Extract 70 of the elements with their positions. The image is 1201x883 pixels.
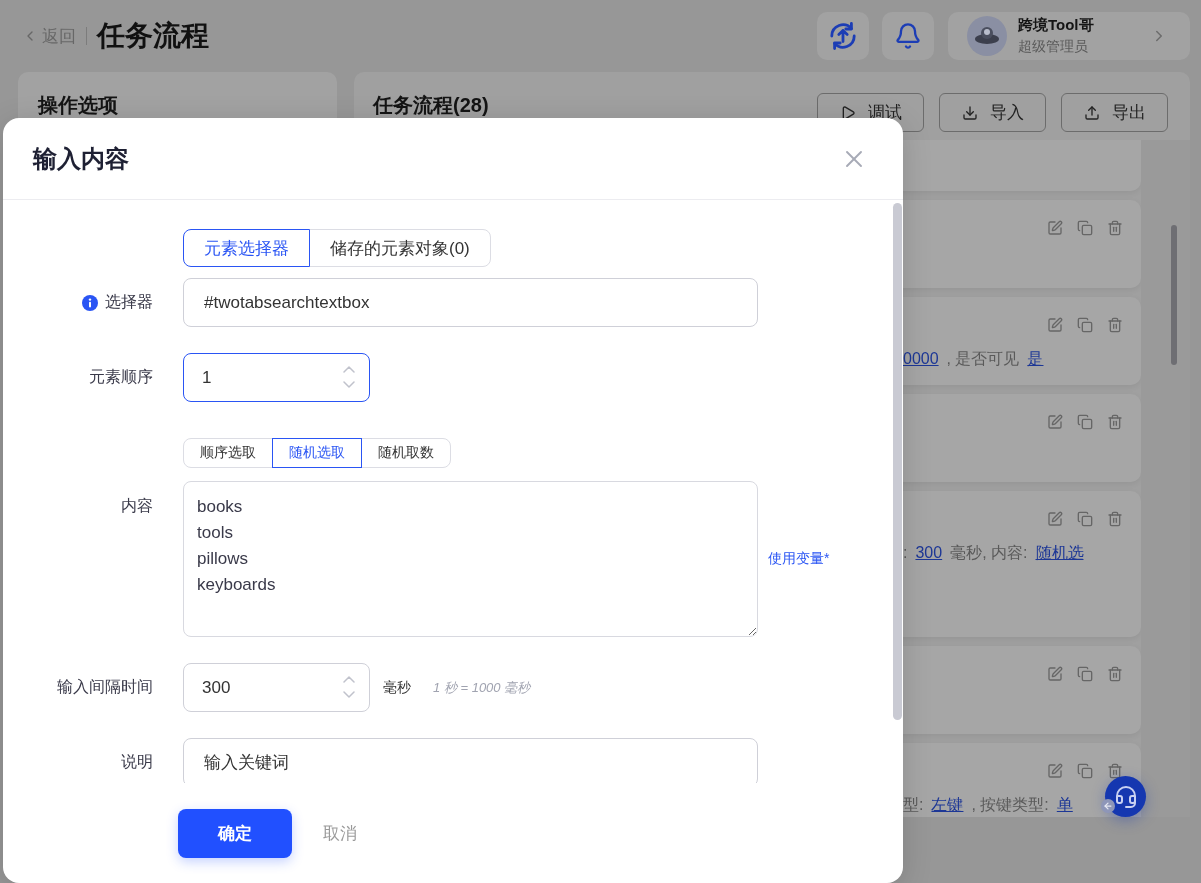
detail-link[interactable]: 单 [1056,794,1073,816]
trash-icon[interactable] [1107,317,1123,333]
detail-text: 型: [903,795,924,815]
source-tab[interactable]: 储存的元素对象(0) [309,229,491,267]
headset-icon [1113,784,1138,809]
user-name: 跨境Tool哥 [1018,16,1094,35]
detail-link[interactable]: 左键 [931,794,964,816]
trash-icon[interactable] [1107,220,1123,236]
interval-input[interactable]: 300 [183,663,370,712]
edit-icon[interactable] [1047,317,1063,333]
unit-text: 毫秒 [383,678,411,697]
upload-icon [1083,104,1100,121]
edit-icon[interactable] [1047,220,1063,236]
copy-icon[interactable] [1077,511,1093,527]
order-input[interactable]: 1 [183,353,370,402]
scrollbar-thumb[interactable] [1171,225,1177,365]
panel-title: 操作选项 [38,94,119,116]
copy-icon[interactable] [1077,317,1093,333]
field-label: 元素顺序 [89,367,153,387]
page-title: 任务流程 [97,19,209,53]
edit-icon[interactable] [1047,763,1063,779]
use-variable-link[interactable]: 使用变量* [768,550,830,568]
dialog-title: 输入内容 [33,143,129,174]
hint-text: 1 秒 = 1000 毫秒 [433,678,531,697]
edit-icon[interactable] [1047,414,1063,430]
toolbar-button[interactable]: 导入 [939,93,1046,132]
confirm-button[interactable]: 确定 [178,808,292,858]
detail-text: 毫秒, 内容: [950,543,1028,563]
trash-icon[interactable] [1107,763,1123,779]
detail-link[interactable]: 0000 [903,348,939,370]
mode-tab[interactable]: 随机选取 [272,438,362,468]
download-icon [961,104,978,121]
field-label: 输入间隔时间 [57,677,153,697]
user-role: 超级管理员 [1018,38,1089,56]
note-input[interactable]: 输入关键词 [183,738,758,783]
detail-text: : [903,543,908,563]
scrollbar-thumb[interactable] [893,203,902,720]
mode-tab[interactable]: 顺序选取 [183,438,273,468]
content-textarea[interactable]: books tools pillows keyboards [183,481,758,637]
edit-icon[interactable] [1047,511,1063,527]
bell-icon [894,22,922,50]
panel-title: 任务流程(28) [373,94,489,116]
trash-icon[interactable] [1107,511,1123,527]
trash-icon[interactable] [1107,666,1123,682]
copy-icon[interactable] [1077,666,1093,682]
stepper-icon[interactable] [343,676,355,698]
selector-input[interactable]: #twotabsearchtextbox [183,278,758,327]
detail-link[interactable]: 随机选 [1035,542,1084,564]
trash-icon[interactable] [1107,414,1123,430]
stepper-icon[interactable] [343,366,355,388]
detail-text: , 是否可见 [946,349,1020,369]
field-label: 说明 [121,752,153,772]
mode-tab[interactable]: 随机取数 [361,438,451,468]
refresh-icon [829,22,857,50]
copy-icon[interactable] [1077,220,1093,236]
edit-icon[interactable] [1047,666,1063,682]
field-label: 内容 [121,496,153,516]
refresh-button[interactable] [817,12,869,60]
info-icon [82,294,98,311]
avatar-icon [967,16,1007,56]
detail-text: , 按键类型: [971,795,1049,815]
copy-icon[interactable] [1077,414,1093,430]
user-card[interactable]: 跨境Tool哥 超级管理员 [948,12,1190,60]
detail-link[interactable]: 300 [915,542,943,564]
notification-button[interactable] [882,12,934,60]
copy-icon[interactable] [1077,763,1093,779]
source-tab[interactable]: 元素选择器 [183,229,310,267]
detail-link[interactable]: 是 [1027,348,1044,370]
toolbar-button[interactable]: 导出 [1061,93,1168,132]
field-label: 选择器 [105,292,153,312]
